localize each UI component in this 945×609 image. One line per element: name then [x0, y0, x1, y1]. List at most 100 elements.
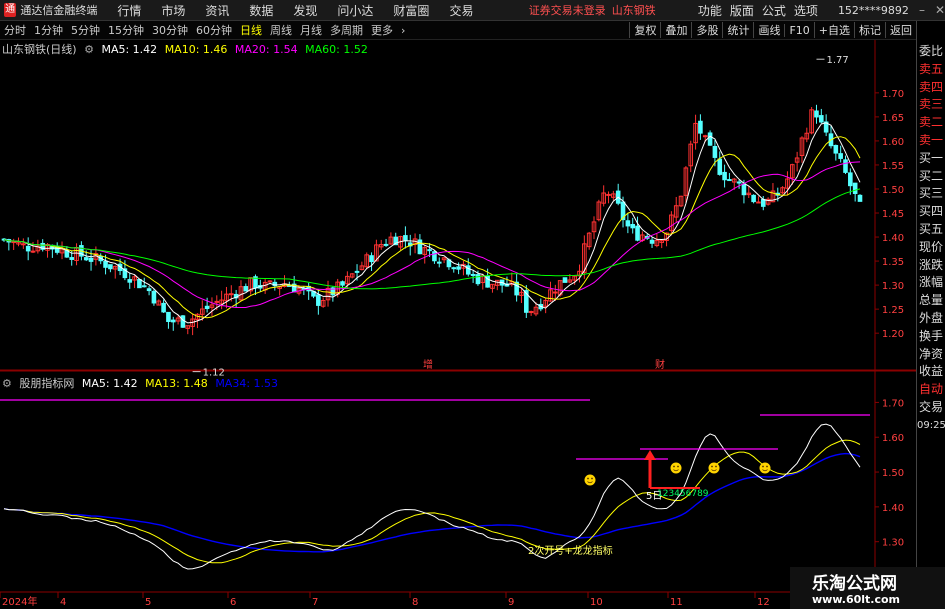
sidebar-sell4[interactable]: 卖四: [917, 79, 945, 97]
candle-body: [141, 285, 147, 288]
candle-body: [69, 257, 75, 260]
sidebar-buy5[interactable]: 买五: [917, 221, 945, 239]
candle-body: [698, 120, 703, 134]
legend-ma20: MA20: 1.54: [234, 43, 298, 56]
ma20-line: [3, 161, 861, 308]
candle-body: [127, 279, 133, 283]
candle-body: [103, 260, 108, 268]
candle-body: [702, 135, 708, 138]
time-tick-label: 10: [590, 597, 603, 608]
sidebar-sell2[interactable]: 卖二: [917, 114, 945, 132]
candle-body: [756, 201, 761, 204]
candles: [1, 104, 863, 336]
sidebar-buy1[interactable]: 买一: [917, 150, 945, 168]
sidebar-net-asset[interactable]: 净资: [917, 346, 945, 364]
signal-arrow-head: [644, 450, 656, 460]
ma5-line: [3, 122, 861, 324]
price-tick-label: 1.30: [882, 281, 904, 292]
sidebar-earnings[interactable]: 收益: [917, 363, 945, 381]
smiley-eye: [762, 465, 764, 468]
time-tick-label: 8: [412, 597, 418, 608]
candle-body: [137, 278, 142, 289]
candle-body: [707, 132, 713, 146]
sidebar-buy4[interactable]: 买四: [917, 203, 945, 221]
candle-body: [475, 274, 481, 285]
candle-body: [528, 311, 534, 314]
sidebar-auto[interactable]: 自动: [917, 381, 945, 399]
candle-body: [722, 171, 727, 181]
sidebar-weibi[interactable]: 委比: [917, 43, 945, 61]
candle-body: [170, 319, 176, 323]
candle-body: [727, 179, 732, 182]
sidebar-sell1[interactable]: 卖一: [917, 132, 945, 150]
price-tick-label: 1.40: [882, 233, 904, 244]
sidebar-change-pct[interactable]: 涨幅: [917, 274, 945, 292]
candle-body: [11, 241, 16, 244]
indicator-tick-label: 1.40: [882, 503, 904, 514]
sidebar-buy3[interactable]: 买三: [917, 185, 945, 203]
time-tick-label: 6: [230, 597, 236, 608]
price-tick-label: 1.35: [882, 257, 904, 268]
price-tick-label: 1.50: [882, 185, 904, 196]
sidebar-trade[interactable]: 交易: [917, 399, 945, 417]
smiley-eye: [673, 465, 675, 468]
candle-body: [736, 181, 742, 184]
time-tick-label: 11: [670, 597, 683, 608]
smiley-eye: [766, 465, 768, 468]
stock-chart-title: 山东钢铁(日线): [2, 43, 77, 56]
candle-body: [151, 290, 157, 304]
candle-body: [180, 315, 186, 328]
candle-body: [88, 257, 94, 262]
legend-ind-ma13: MA13: 1.48: [145, 377, 208, 390]
smiley-icon: [759, 462, 771, 474]
candle-body: [451, 267, 457, 270]
candle-body: [470, 273, 476, 276]
candle-body: [25, 245, 31, 252]
candle-body: [228, 293, 234, 296]
candle-body: [562, 277, 568, 283]
indicator-annotation: 123456789: [657, 489, 709, 499]
sidebar-price[interactable]: 现价: [917, 239, 945, 257]
time-tick-label: 7: [312, 597, 318, 608]
sidebar-sell3[interactable]: 卖三: [917, 96, 945, 114]
candle-body: [553, 291, 558, 294]
candle-body: [383, 243, 389, 246]
smiley-eye: [587, 477, 589, 480]
candle-body: [741, 183, 747, 196]
sidebar-buy2[interactable]: 买二: [917, 168, 945, 186]
indicator-annotation: 2次开号+龙龙指标: [528, 544, 613, 557]
candle-body: [30, 250, 36, 253]
time-tick-label: 9: [508, 597, 514, 608]
time-tick-label: 5: [145, 597, 151, 608]
candle-body: [340, 281, 345, 286]
candle-body: [83, 257, 89, 261]
chart-canvas[interactable]: 1.20 1.25 1.30 1.35 1.40 1.45 1.50 1.55 1.60 1.65…: [0, 0, 945, 609]
candle-body: [316, 294, 321, 306]
watermark: 乐淘公式网 www.60lt.com: [790, 567, 945, 609]
price-tick-label: 1.65: [882, 113, 904, 124]
candle-body: [838, 153, 843, 159]
sidebar-turnover[interactable]: 换手: [917, 328, 945, 346]
candle-body: [751, 194, 756, 203]
sidebar-volume[interactable]: 总量: [917, 292, 945, 310]
price-tick-label: 1.60: [882, 137, 904, 148]
candle-body: [21, 243, 26, 246]
sidebar-change[interactable]: 涨跌: [917, 257, 945, 275]
settings-gear-icon[interactable]: ⚙: [2, 377, 12, 390]
sidebar-outer[interactable]: 外盘: [917, 310, 945, 328]
smiley-eye: [677, 465, 679, 468]
sidebar-time: 09:25: [917, 419, 945, 431]
price-tick-label: 1.20: [882, 329, 904, 340]
candle-body: [848, 172, 853, 187]
price-tick-label: 1.45: [882, 209, 904, 220]
candle-body: [635, 225, 640, 241]
settings-gear-icon[interactable]: ⚙: [84, 43, 94, 56]
legend-ma5: MA5: 1.42: [101, 43, 158, 56]
candle-body: [843, 159, 848, 173]
legend-ind-ma5: MA5: 1.42: [81, 377, 138, 390]
indicator-legend: ⚙ 股朋指标网 MA5: 1.42 MA13: 1.48 MA34: 1.53: [2, 375, 282, 391]
sidebar-sell5[interactable]: 卖五: [917, 61, 945, 79]
smiley-icon: [670, 462, 682, 474]
time-tick-label: 4: [60, 597, 66, 608]
candle-body: [436, 261, 442, 264]
